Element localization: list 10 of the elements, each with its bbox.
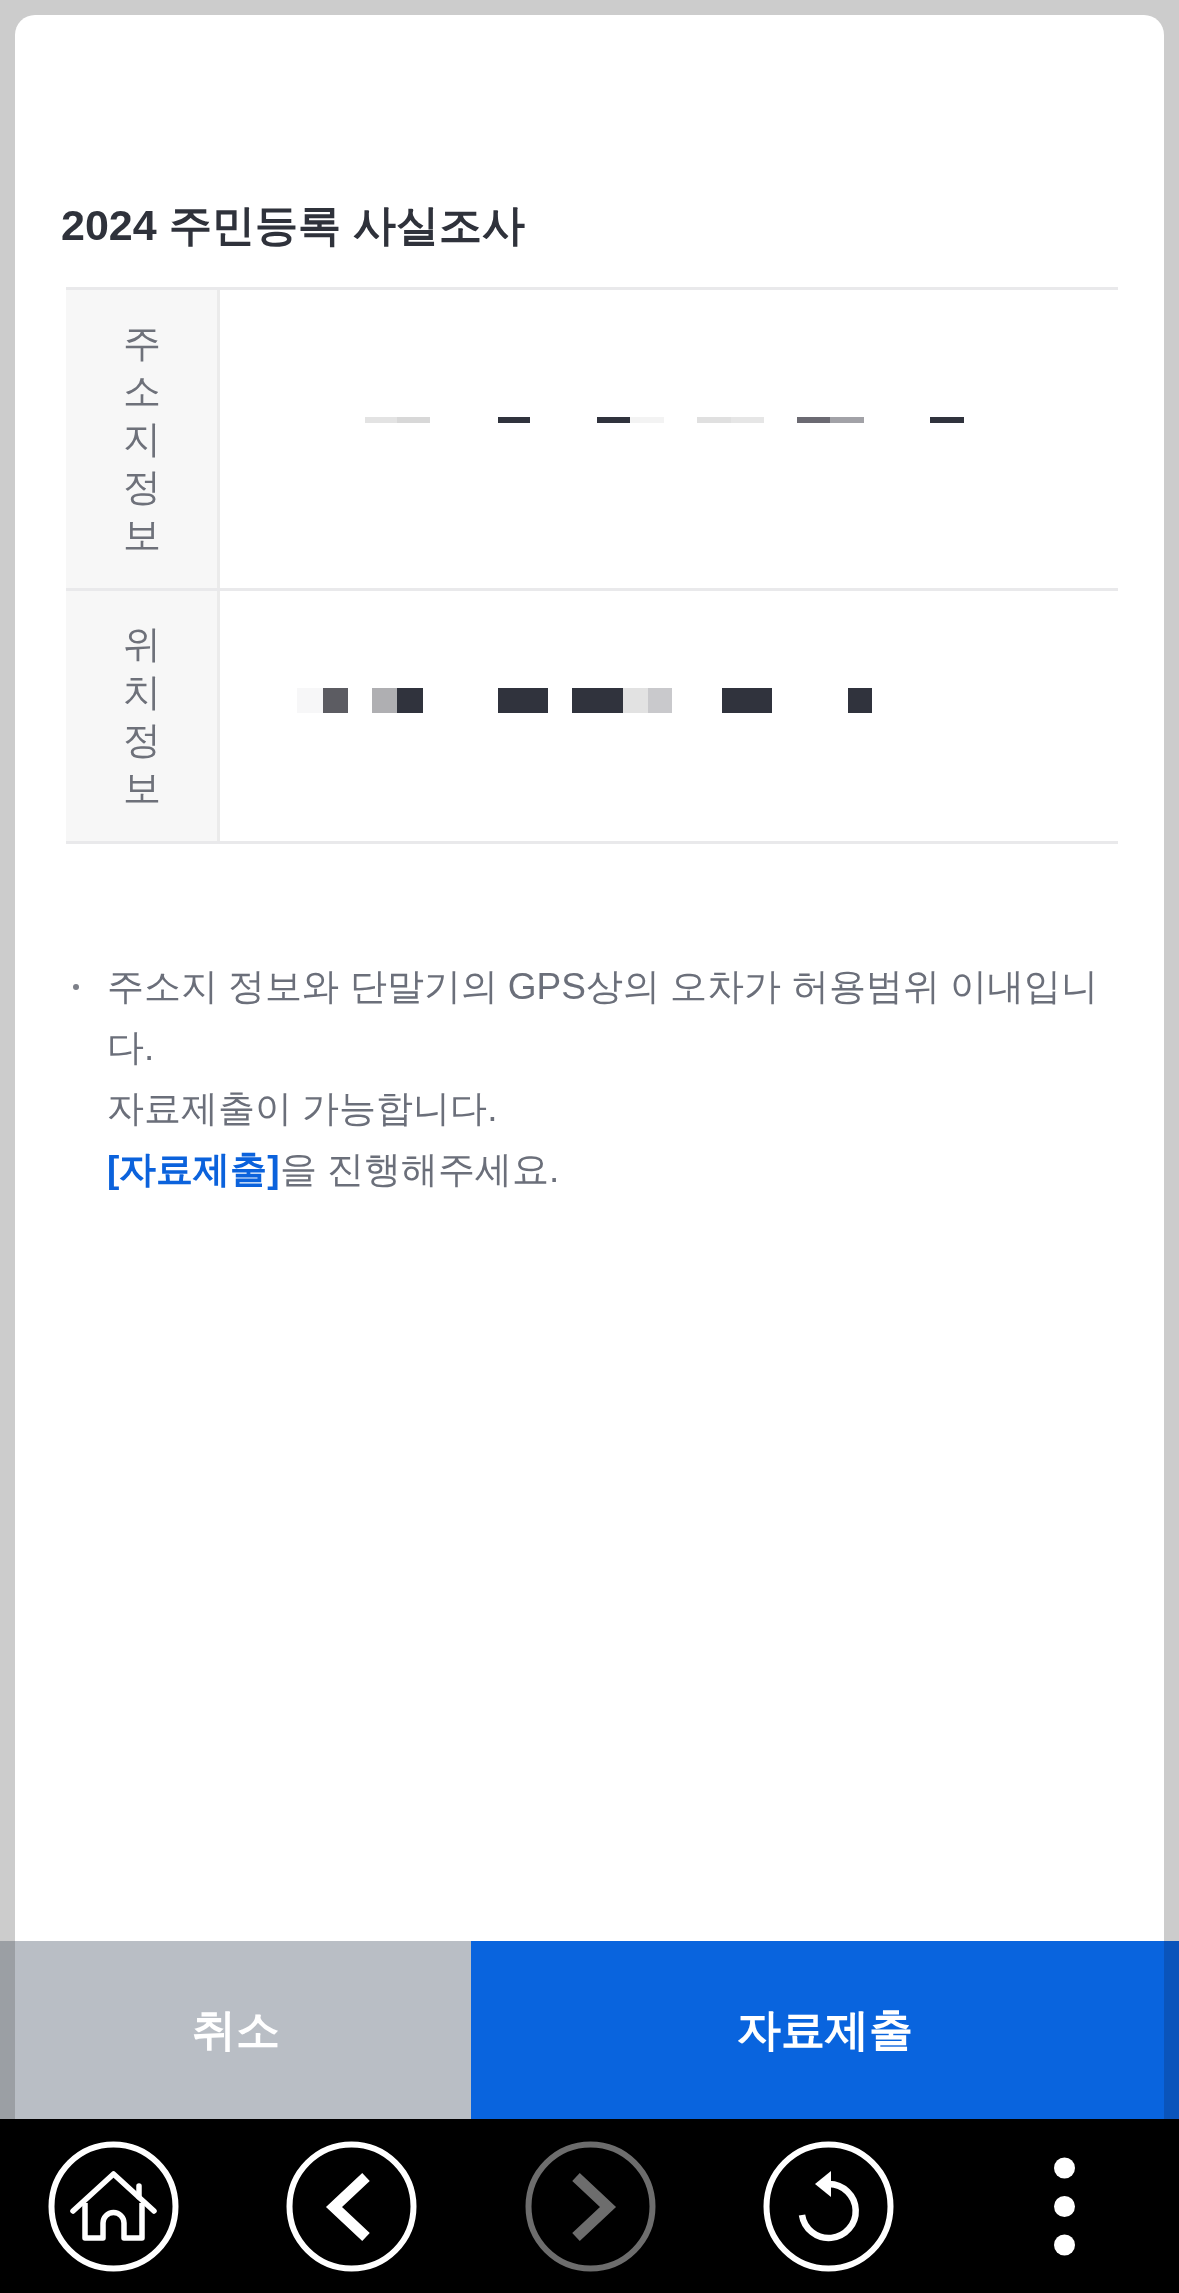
row-label: 위치정보	[122, 622, 161, 811]
back-icon	[286, 2140, 418, 2272]
row-label: 주소지정보	[122, 321, 161, 558]
reload-icon	[762, 2140, 894, 2272]
bullet-icon	[73, 984, 79, 990]
submit-button[interactable]: 자료제출	[471, 1941, 1179, 2119]
forward-icon	[524, 2140, 656, 2272]
page-title: 2024 주민등록 사실조사	[61, 200, 525, 251]
notice-text: 주소지 정보와 단말기의 GPS상의 오차가 허용범위 이내입니다. 자료제출이 가능합니다. [자료제출]을 진행해주세요.	[107, 965, 1099, 1192]
home-icon	[48, 2140, 179, 2272]
